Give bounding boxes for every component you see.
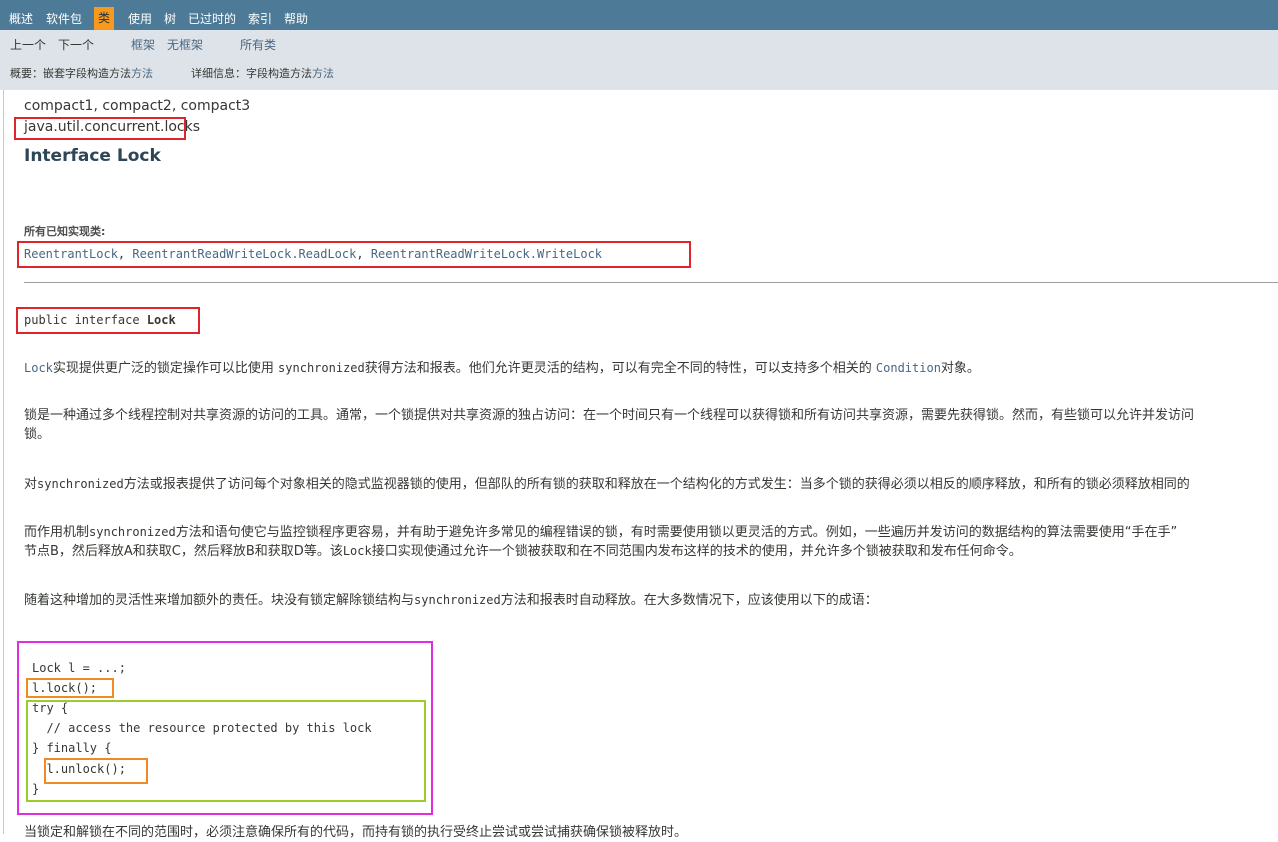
impl-writelock-link[interactable]: ReentrantReadWriteLock.WriteLock: [371, 247, 602, 261]
no-frames-link[interactable]: 无框架: [167, 36, 203, 53]
summary-nav: 概要：嵌套字段构造方法方法: [10, 65, 153, 81]
code-line-3: try {: [32, 701, 69, 715]
p4-text-4: 接口实现使通过允许一个锁被获取和在不同范围内发布这样的技术的使用，并允许多个锁被…: [371, 544, 1022, 559]
detail-field: 字段: [246, 67, 268, 80]
lock-code-link[interactable]: Lock: [24, 361, 53, 375]
p1-text-3: 对象。: [940, 361, 980, 376]
signature-name: Lock: [146, 313, 176, 327]
code-line-4: // access the resource protected by this…: [32, 721, 372, 735]
nav-package[interactable]: 软件包: [46, 0, 82, 30]
all-classes-link[interactable]: 所有类: [240, 36, 276, 53]
code-line-7: }: [32, 782, 40, 796]
summary-method: 方法: [109, 67, 131, 80]
p1-text-2: 获得方法和报表。他们允许更灵活的结构，可以有完全不同的特性，可以支持多个相关的: [364, 361, 876, 376]
detail-constructor: 构造: [268, 67, 290, 80]
code-line-6: l.unlock();: [32, 762, 126, 776]
next-class-link[interactable]: 下一个: [58, 36, 94, 53]
description-paragraph-3: 对synchronized方法或报表提供了访问每个对象相关的隐式监视器锁的使用，…: [24, 475, 1190, 494]
package-name: java.util.concurrent.locks: [24, 119, 201, 135]
p1-text: 实现提供更广泛的锁定操作可以比使用: [52, 361, 279, 376]
nav-help[interactable]: 帮助: [284, 0, 308, 30]
code-line-2: l.lock();: [32, 681, 98, 695]
p4-code: synchronized: [89, 525, 176, 539]
p3-text-2: 方法或报表提供了访问每个对象相关的隐式监视器锁的使用，但部队的所有锁的获取和释放…: [123, 477, 1190, 492]
prev-class-link[interactable]: 上一个: [10, 36, 46, 53]
code-line-5: } finally {: [32, 741, 112, 755]
summary-field: 字段: [65, 67, 87, 80]
p4-text: 而作用机制: [24, 525, 90, 540]
code-line-1: Lock l = ...;: [32, 661, 126, 675]
description-paragraph-6-partial: 当锁定和解锁在不同的范围时，必须注意确保所有的代码，而持有锁的执行受终止尝试或尝…: [24, 825, 688, 840]
section-divider: [24, 282, 1278, 283]
detail-method-link[interactable]: 方法: [312, 67, 334, 80]
summary-constructor: 构造: [87, 67, 109, 80]
p5-text-2: 方法和报表时自动释放。在大多数情况下，应该使用以下的成语：: [500, 593, 878, 608]
description-paragraph-1: Lock实现提供更广泛的锁定操作可以比使用 synchronized获得方法和报…: [24, 359, 980, 378]
nav-deprecated[interactable]: 已过时的: [188, 0, 236, 30]
known-impl-label: 所有已知实现类:: [24, 225, 106, 238]
p3-text: 对: [24, 477, 38, 492]
nav-class-active: 类: [94, 7, 115, 30]
description-paragraph-2-line-2: 锁。: [24, 427, 51, 442]
profiles-text: compact1, compact2, compact3: [24, 98, 251, 114]
summary-nested: 嵌套: [43, 67, 65, 80]
description-paragraph-4-line-2: 节点B，然后释放A和获取C，然后释放B和获取D等。该Lock接口实现使通过允许一…: [24, 542, 1022, 561]
p5-text: 随着这种增加的灵活性来增加额外的责任。块没有锁定解除锁结构与: [24, 593, 415, 608]
p5-code: synchronized: [414, 593, 501, 607]
p4-text-3: 节点B，然后释放A和获取C，然后释放B和获取D等。该: [24, 544, 343, 559]
nav-use[interactable]: 使用: [128, 0, 152, 30]
signature-prefix: public interface: [24, 313, 147, 327]
frames-link[interactable]: 框架: [131, 36, 155, 53]
p3-code: synchronized: [37, 477, 124, 491]
nav-overview[interactable]: 概述: [9, 0, 33, 30]
description-paragraph-5: 随着这种增加的灵活性来增加额外的责任。块没有锁定解除锁结构与synchroniz…: [24, 591, 878, 610]
impl-separator: ,: [117, 247, 126, 261]
p4-code-2: Lock: [342, 544, 372, 558]
detail-label: 详细信息：: [191, 67, 246, 80]
summary-method-link[interactable]: 方法: [131, 67, 153, 80]
impl-reentrantlock-link[interactable]: ReentrantLock: [24, 247, 118, 261]
top-nav-bar: 概述 软件包 类 使用 树 已过时的 索引 帮助: [0, 0, 1278, 30]
impl-separator: ,: [356, 247, 364, 261]
page-title: Interface Lock: [24, 146, 161, 166]
sub-nav-bar: 上一个 下一个 框架 无框架 所有类 概要：嵌套字段构造方法方法 详细信息：字段…: [0, 30, 1278, 90]
condition-code-link[interactable]: Condition: [876, 361, 941, 375]
summary-label: 概要：: [10, 67, 43, 80]
known-impls-list: ReentrantLock, ReentrantReadWriteLock.Re…: [24, 247, 602, 261]
p1-code: synchronized: [278, 361, 365, 375]
detail-nav: 详细信息：字段构造方法方法: [191, 65, 334, 81]
interface-signature: public interface Lock: [24, 313, 176, 327]
nav-index[interactable]: 索引: [248, 0, 272, 30]
nav-tree[interactable]: 树: [164, 0, 176, 30]
p4-text-2: 方法和语句使它与监控锁程序更容易，并有助于避免许多常见的编程错误的锁，有时需要使…: [175, 525, 1178, 540]
description-paragraph-2-line-1: 锁是一种通过多个线程控制对共享资源的访问的工具。通常，一个锁提供对共享资源的独占…: [24, 408, 1195, 423]
description-paragraph-4-line-1: 而作用机制synchronized方法和语句使它与监控锁程序更容易，并有助于避免…: [24, 523, 1177, 542]
content-left-border: [3, 90, 4, 834]
detail-method: 方法: [290, 67, 312, 80]
impl-readlock-link[interactable]: ReentrantReadWriteLock.ReadLock: [132, 247, 356, 261]
